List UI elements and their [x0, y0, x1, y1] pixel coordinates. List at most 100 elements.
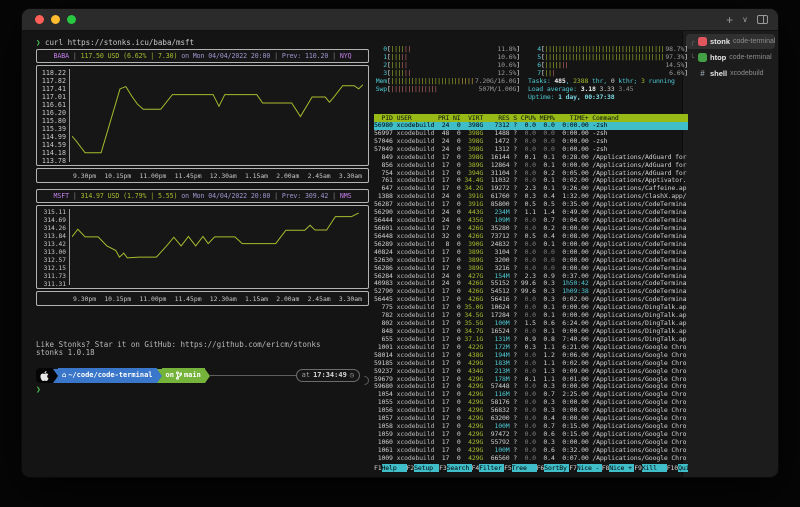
cursor-line[interactable]: ❯ — [36, 386, 369, 394]
process-row[interactable]: 40824 xcodebuild 17 0 389G 3104 ? 0.0 0.… — [374, 249, 688, 257]
fkey-search[interactable]: F3Search — [439, 464, 472, 472]
cpu-meter: 2[|||||10.6%] — [374, 61, 520, 69]
process-row[interactable]: 848 xcodebuild 17 0 34.7G 16524 ? 0.0 0.… — [374, 328, 688, 336]
minimize-window-button[interactable] — [51, 15, 60, 24]
process-row[interactable]: 40983 xcodebuild 24 0 426G 55152 ? 99.6 … — [374, 280, 688, 288]
git-branch-icon — [176, 371, 182, 380]
price-line — [72, 85, 363, 153]
terminal-window: + ∨ ❯ curl https://stonks.icu/baba/msft … — [21, 8, 779, 478]
stock-header-baba: BABA | 117.50 USD (6.62% | 7.30) on Mon … — [36, 49, 369, 63]
cpu-meter: 0[||||||11.8%] — [374, 45, 520, 53]
process-row[interactable]: 59680 xcodebuild 17 0 429G 57448 ? 0.0 0… — [374, 383, 688, 391]
process-row[interactable]: 56290 xcodebuild 24 0 443G 234M ? 1.1 1.… — [374, 209, 688, 217]
window-titlebar[interactable]: + ∨ — [22, 9, 778, 31]
tab-shell[interactable]: #shellxcodebuild — [686, 66, 775, 81]
process-row[interactable]: 782 xcodebuild 17 0 34.5G 17284 ? 0.0 0.… — [374, 312, 688, 320]
stock-chart-baba: 118.22117.82117.41117.01116.61116.20115.… — [36, 65, 369, 166]
process-row[interactable]: 56448 xcodebuild 32 0 426G 73712 ? 0.5 0… — [374, 233, 688, 241]
hash-icon: # — [698, 69, 707, 78]
htop-info-line: Tasks: 485, 2388 thr, 0 kthr; 3 running — [528, 77, 688, 85]
cpu-meter: 5[||||||||||||||||||||||||||||||||||||||… — [528, 53, 688, 61]
fkey-setup[interactable]: F2Setup — [407, 464, 440, 472]
process-row[interactable]: 59679 xcodebuild 17 0 429G 178M ? 0.1 1.… — [374, 376, 688, 384]
prompt-time: at 17:34:49 ◷ — [296, 369, 360, 382]
stock-header-msft: MSFT | 314.97 USD (1.79% | 5.55) on Mon … — [36, 189, 369, 203]
prompt-rule — [210, 375, 296, 376]
shell-prompt: ⌂~/code/code-terminal on main at 17:34:4… — [36, 368, 369, 383]
process-row[interactable]: 1009 xcodebuild 17 0 429G 66560 ? 0.0 0.… — [374, 455, 688, 463]
fkey-quit[interactable]: F10Quit — [667, 464, 688, 472]
process-row[interactable]: 59237 xcodebuild 17 0 434G 213M ? 0.0 1.… — [374, 368, 688, 376]
process-row[interactable]: 856 xcodebuild 17 0 389G 12864 ? 0.0 0.1… — [374, 162, 688, 170]
process-row[interactable]: 775 xcodebuild 17 0 35.0G 10624 ? 0.0 0.… — [374, 304, 688, 312]
process-row[interactable]: 647 xcodebuild 17 0 34.2G 19272 ? 2.3 0.… — [374, 185, 688, 193]
apple-icon — [36, 368, 53, 383]
fkey-nice-[interactable]: F8Nice + — [602, 464, 635, 472]
prompt-chevron: ❯ — [36, 38, 41, 47]
process-row[interactable]: 1056 xcodebuild 17 0 429G 56832 ? 0.0 0.… — [374, 407, 688, 415]
y-axis-labels: 315.11314.69314.26313.84313.42313.00312.… — [37, 209, 70, 285]
process-row[interactable]: 56601 xcodebuild 17 0 426G 35280 ? 0.0 0… — [374, 225, 688, 233]
htop-function-bar: F1HelpF2SetupF3SearchF4FilterF5TreeF6Sor… — [374, 464, 688, 473]
process-row[interactable]: 56284 xcodebuild 24 0 427G 154M ? 2.3 0.… — [374, 273, 688, 281]
chevron-down-icon[interactable]: ∨ — [742, 15, 748, 24]
prompt-end-arc — [358, 374, 371, 387]
process-row[interactable]: 57049 xcodebuild 24 0 398G 1312 ? 0.0 0.… — [374, 146, 688, 154]
tab-htop[interactable]: ╰htopcode-terminal — [686, 50, 775, 65]
price-line — [72, 213, 359, 258]
process-row[interactable]: 849 xcodebuild 17 0 398G 16144 ? 0.1 0.1… — [374, 154, 688, 162]
process-row[interactable]: 56980 xcodebuild 24 0 398G 7312 ? 0.0 0.… — [374, 122, 688, 130]
process-row[interactable]: 56286 xcodebuild 17 0 389G 3216 ? 0.0 0.… — [374, 265, 688, 273]
process-row[interactable]: 1001 xcodebuild 17 0 422G 172M ? 0.3 1.1… — [374, 344, 688, 352]
cpu-meter: 1[|||||10.6%] — [374, 53, 520, 61]
stonks-pane[interactable]: ❯ curl https://stonks.icu/baba/msft BABA… — [36, 39, 369, 394]
traffic-lights — [35, 15, 76, 24]
process-row[interactable]: 1388 xcodebuild 24 0 391G 61760 ? 0.3 0.… — [374, 193, 688, 201]
fkey-kill[interactable]: F9Kill — [634, 464, 667, 472]
fkey-nice-[interactable]: F7Nice - — [569, 464, 602, 472]
stonks-version: stonks 1.0.18 — [36, 349, 369, 357]
htop-meters: 0[||||||11.8%]1[|||||10.6%]2[|||||10.6%]… — [374, 45, 688, 101]
htop-column-header[interactable]: PID USER PRI NI VIRT RES S CPU% MEM% TIM… — [374, 114, 688, 122]
new-tab-icon[interactable]: + — [726, 15, 733, 25]
zoom-window-button[interactable] — [67, 15, 76, 24]
htop-pane[interactable]: 0[||||||11.8%]1[|||||10.6%]2[|||||10.6%]… — [374, 45, 688, 473]
process-row[interactable]: 56287 xcodebuild 17 0 391G 85800 ? 0.5 0… — [374, 201, 688, 209]
stock-chart-msft: 315.11314.69314.26313.84313.42313.00312.… — [36, 205, 369, 289]
fkey-sortby[interactable]: F6SortBy — [537, 464, 570, 472]
tab-stonk[interactable]: ╭stonkcode-terminal — [686, 34, 775, 49]
process-row[interactable]: 58014 xcodebuild 17 0 438G 194M ? 0.0 1.… — [374, 352, 688, 360]
process-row[interactable]: 1058 xcodebuild 17 0 429G 100M ? 0.0 0.7… — [374, 423, 688, 431]
process-row[interactable]: 56997 xcodebuild 48 0 398G 1488 ? 0.0 0.… — [374, 130, 688, 138]
htop-process-list[interactable]: 56980 xcodebuild 24 0 398G 7312 ? 0.0 0.… — [374, 122, 688, 463]
fkey-filter[interactable]: F4Filter — [472, 464, 505, 472]
process-row[interactable]: 56445 xcodebuild 17 0 426G 56416 ? 0.0 0… — [374, 296, 688, 304]
tab-app-icon — [698, 53, 707, 62]
x-axis-labels: 9.30pm10.15pm11.00pm11.45pm12.30am1.15am… — [36, 291, 369, 306]
process-row[interactable]: 761 xcodebuild 17 0 34.4G 11032 ? 0.0 0.… — [374, 177, 688, 185]
close-window-button[interactable] — [35, 15, 44, 24]
process-row[interactable]: 1061 xcodebuild 17 0 429G 100M ? 0.0 0.6… — [374, 447, 688, 455]
cpu-meter: 3[||||||12.5%] — [374, 69, 520, 77]
process-row[interactable]: 754 xcodebuild 17 0 394G 31104 ? 0.0 0.2… — [374, 170, 688, 178]
fkey-tree[interactable]: F5Tree — [504, 464, 537, 472]
fkey-help[interactable]: F1Help — [374, 464, 407, 472]
process-row[interactable]: 1059 xcodebuild 17 0 429G 97472 ? 0.0 0.… — [374, 431, 688, 439]
process-row[interactable]: 1060 xcodebuild 17 0 429G 55792 ? 0.0 0.… — [374, 439, 688, 447]
y-axis-labels: 118.22117.82117.41117.01116.61116.20115.… — [37, 69, 70, 162]
process-row[interactable]: 1055 xcodebuild 17 0 429G 58176 ? 0.0 0.… — [374, 399, 688, 407]
process-row[interactable]: 1054 xcodebuild 17 0 429G 116M ? 0.0 0.7… — [374, 391, 688, 399]
process-row[interactable]: 57046 xcodebuild 24 0 398G 1472 ? 0.0 0.… — [374, 138, 688, 146]
process-row[interactable]: 655 xcodebuild 17 0 37.1G 131M ? 0.9 0.8… — [374, 336, 688, 344]
process-row[interactable]: 52790 xcodebuild 17 0 426G 54512 ? 99.6 … — [374, 288, 688, 296]
process-row[interactable]: 56289 xcodebuild 8 0 390G 24832 ? 0.0 0.… — [374, 241, 688, 249]
process-row[interactable]: 59185 xcodebuild 17 0 429G 183M ? 0.0 1.… — [374, 360, 688, 368]
process-row[interactable]: 802 xcodebuild 17 0 35.5G 100M ? 1.5 0.6… — [374, 320, 688, 328]
process-row[interactable]: 1057 xcodebuild 17 0 429G 63200 ? 0.0 0.… — [374, 415, 688, 423]
cpu-meter: Mem[|||||||||||||||||||||||||||7.20G/16.… — [374, 77, 520, 85]
process-row[interactable]: 56444 xcodebuild 24 0 435G 109M ? 0.0 0.… — [374, 217, 688, 225]
cpu-meter: Swp[||||||||||||||507M/1.00G] — [374, 85, 520, 93]
process-row[interactable]: 52630 xcodebuild 17 0 389G 3200 ? 0.0 0.… — [374, 257, 688, 265]
split-pane-icon[interactable] — [757, 15, 768, 24]
cpu-meter: 4[||||||||||||||||||||||||||||||||||||||… — [528, 45, 688, 53]
